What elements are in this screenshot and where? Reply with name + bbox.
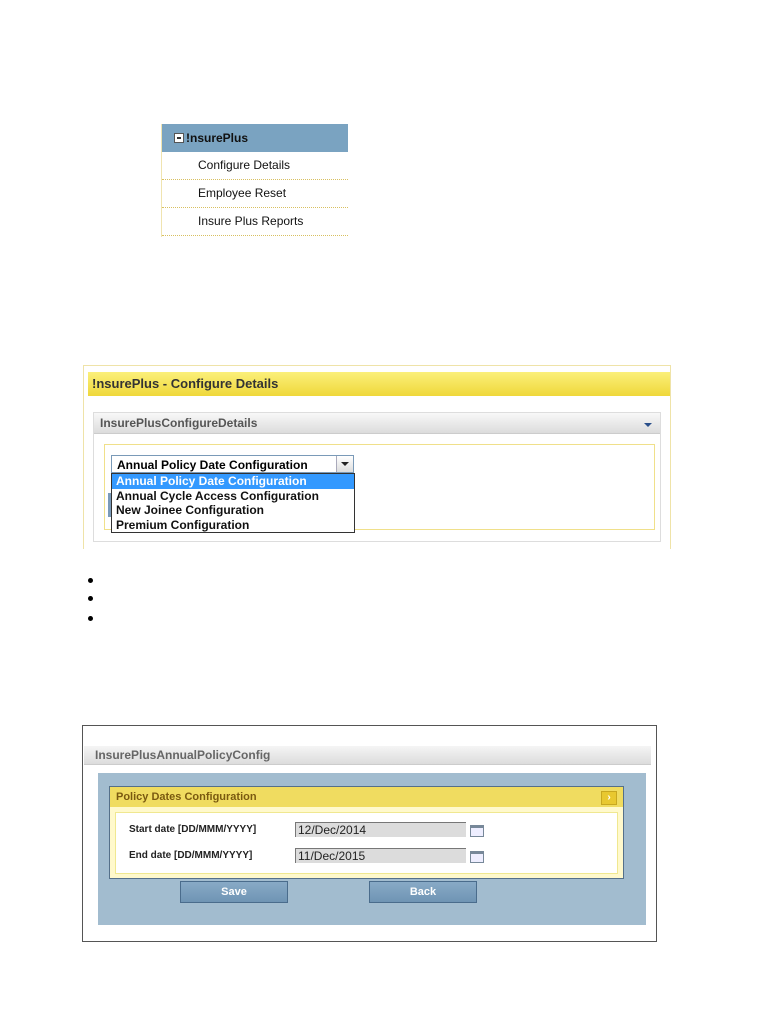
chevron-down-icon[interactable] xyxy=(644,423,652,427)
end-date-label: End date [DD/MMM/YYYY] xyxy=(129,850,253,861)
option-premium[interactable]: Premium Configuration xyxy=(112,518,354,533)
menu-item-employee-reset[interactable]: Employee Reset xyxy=(162,180,348,208)
calendar-icon[interactable] xyxy=(470,851,484,863)
panel-title: !nsurePlus - Configure Details xyxy=(88,372,670,396)
section-title: InsurePlusConfigureDetails xyxy=(100,416,258,430)
document-page: !nsurePlus Configure Details Employee Re… xyxy=(0,0,768,1024)
window-title: InsurePlusAnnualPolicyConfig xyxy=(84,746,651,765)
start-date-label: Start date [DD/MMM/YYYY] xyxy=(129,824,257,835)
chevron-right-icon[interactable]: › xyxy=(601,791,617,805)
menu-title: !nsurePlus xyxy=(186,131,249,145)
bullet xyxy=(88,596,93,601)
menu-item-reports[interactable]: Insure Plus Reports xyxy=(162,208,348,236)
bullet xyxy=(88,578,93,583)
panel-header: Policy Dates Configuration › xyxy=(110,787,623,807)
configuration-select[interactable]: Annual Policy Date Configuration xyxy=(111,455,354,473)
bullet xyxy=(88,616,93,621)
configuration-options-list: Annual Policy Date Configuration Annual … xyxy=(111,473,355,533)
policy-dates-panel: Policy Dates Configuration › Start date [… xyxy=(109,786,624,879)
save-button[interactable]: Save xyxy=(180,881,288,903)
option-new-joinee[interactable]: New Joinee Configuration xyxy=(112,503,354,518)
dropdown-arrow-icon[interactable] xyxy=(336,456,353,472)
start-date-input[interactable]: 12/Dec/2014 xyxy=(295,822,466,837)
section-header: InsurePlusConfigureDetails xyxy=(94,413,660,434)
calendar-icon[interactable] xyxy=(470,825,484,837)
option-annual-policy-date[interactable]: Annual Policy Date Configuration xyxy=(112,474,354,489)
insureplus-menu: !nsurePlus Configure Details Employee Re… xyxy=(161,124,348,237)
menu-item-configure-details[interactable]: Configure Details xyxy=(162,152,348,180)
select-value: Annual Policy Date Configuration xyxy=(117,458,308,472)
config-area: Policy Dates Configuration › Start date [… xyxy=(98,773,646,925)
collapse-icon[interactable] xyxy=(174,133,184,143)
dates-form: Start date [DD/MMM/YYYY] 12/Dec/2014 End… xyxy=(115,812,618,874)
panel-title: Policy Dates Configuration xyxy=(116,791,257,803)
option-annual-cycle-access[interactable]: Annual Cycle Access Configuration xyxy=(112,489,354,504)
menu-header[interactable]: !nsurePlus xyxy=(162,124,348,152)
end-date-input[interactable]: 11/Dec/2015 xyxy=(295,848,466,863)
annual-policy-config-window: InsurePlusAnnualPolicyConfig Policy Date… xyxy=(82,725,657,942)
back-button[interactable]: Back xyxy=(369,881,477,903)
